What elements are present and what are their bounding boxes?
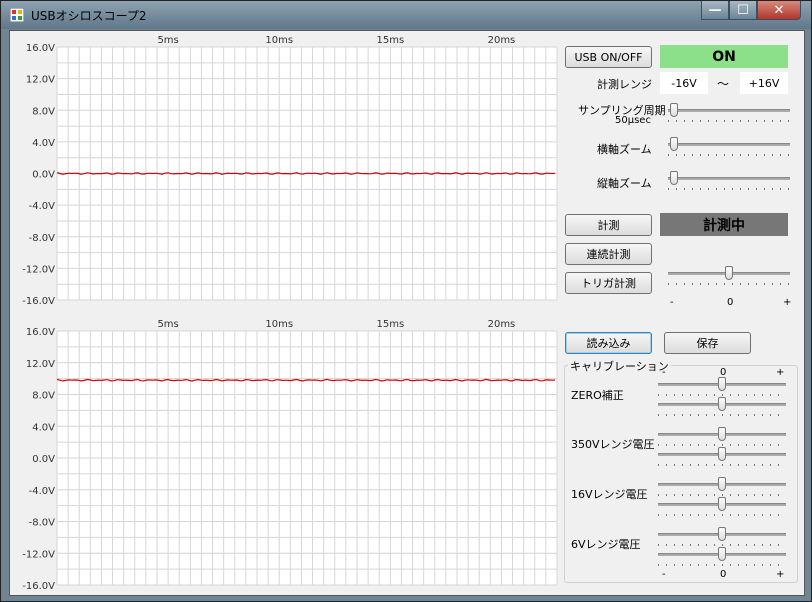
range6-slider-2[interactable]: [658, 547, 786, 569]
title-bar[interactable]: USBオシロスコープ2 — ☐ ✕: [1, 1, 811, 29]
y-tick-label: 16.0V: [26, 43, 55, 54]
range16-slider-2[interactable]: [658, 497, 786, 519]
y-tick-label: -16.0V: [22, 296, 55, 304]
slider-thumb[interactable]: [670, 171, 678, 185]
measure-button[interactable]: 計測: [565, 214, 652, 236]
range350-voltage-label: 350Vレンジ電圧: [571, 438, 655, 451]
trigger-measure-button[interactable]: トリガ計測: [565, 272, 652, 294]
zero-correction-slider-2[interactable]: [658, 397, 786, 419]
x-tick-label: 20ms: [488, 35, 516, 46]
y-tick-label: -16.0V: [22, 581, 55, 589]
slider-thumb[interactable]: [718, 527, 726, 541]
calibration-footer-plus: +: [776, 569, 785, 580]
trigger-zero: 0: [727, 297, 734, 308]
slider-thumb[interactable]: [725, 266, 733, 280]
x-tick-label: 20ms: [488, 319, 516, 330]
scope-upper: 16.0V 12.0V 8.0V 4.0V 0.0V -4.0V -8.0V -12.0V -1…: [10, 31, 562, 304]
slider-thumb[interactable]: [718, 547, 726, 561]
minimize-icon: —: [708, 2, 722, 18]
app-window: USBオシロスコープ2 — ☐ ✕ 16.0V 12.0V 8.0V 4.0V 0.0V…: [0, 0, 812, 602]
vzoom-slider[interactable]: [668, 171, 790, 193]
x-tick-label: 15ms: [376, 319, 404, 330]
y-tick-label: -8.0V: [29, 518, 56, 529]
y-tick-label: 4.0V: [32, 422, 55, 433]
range-label: 計測レンジ: [597, 78, 652, 91]
window-title: USBオシロスコープ2: [31, 9, 147, 23]
close-button[interactable]: ✕: [757, 1, 801, 20]
slider-thumb[interactable]: [718, 397, 726, 411]
slider-thumb[interactable]: [718, 427, 726, 441]
save-button[interactable]: 保存: [664, 332, 751, 354]
close-icon: ✕: [773, 2, 785, 18]
y-tick-label: 12.0V: [26, 75, 55, 86]
slider-thumb[interactable]: [718, 447, 726, 461]
y-tick-label: -4.0V: [29, 486, 56, 497]
x-tick-label: 5ms: [157, 35, 178, 46]
y-tick-label: 0.0V: [32, 454, 55, 465]
sampling-slider[interactable]: [668, 103, 790, 125]
calibration-title: キャリブレーション: [568, 358, 671, 374]
slider-thumb[interactable]: [670, 103, 678, 117]
measure-status: 計測中: [660, 213, 788, 236]
calibration-footer-zero: 0: [720, 569, 727, 580]
hzoom-slider[interactable]: [668, 137, 790, 159]
range350-slider-2[interactable]: [658, 447, 786, 469]
sampling-value: 50μsec: [615, 115, 651, 126]
range16-slider-1[interactable]: [658, 477, 786, 499]
y-tick-label: -12.0V: [22, 264, 55, 275]
y-tick-label: 0.0V: [32, 170, 55, 181]
usb-on-off-button[interactable]: USB ON/OFF: [565, 46, 652, 68]
app-icon: [10, 8, 24, 22]
slider-thumb[interactable]: [718, 497, 726, 511]
hzoom-label: 横軸ズーム: [597, 143, 652, 156]
x-tick-label: 10ms: [265, 319, 293, 330]
range-separator: 〜: [717, 77, 730, 91]
range16-voltage-label: 16Vレンジ電圧: [571, 488, 648, 501]
y-tick-label: -4.0V: [29, 201, 56, 212]
range350-slider-1[interactable]: [658, 427, 786, 449]
maximize-button[interactable]: ☐: [729, 1, 757, 20]
x-tick-label: 5ms: [157, 319, 178, 330]
y-tick-label: 8.0V: [32, 106, 55, 117]
calibration-footer-minus: -: [662, 569, 666, 580]
usb-status: ON: [660, 45, 788, 68]
slider-thumb[interactable]: [670, 137, 678, 151]
load-button[interactable]: 読み込み: [565, 332, 652, 354]
y-tick-label: -12.0V: [22, 549, 55, 560]
trigger-plus: +: [783, 297, 792, 308]
scope-lower: 16.0V 12.0V 8.0V 4.0V 0.0V -4.0V -8.0V -12.0V -1…: [10, 319, 562, 589]
minimize-button[interactable]: —: [701, 1, 729, 20]
vzoom-label: 縦軸ズーム: [597, 177, 652, 190]
x-tick-label: 10ms: [265, 35, 293, 46]
zero-correction-label: ZERO補正: [571, 389, 624, 402]
y-tick-label: -8.0V: [29, 233, 56, 244]
maximize-icon: ☐: [737, 2, 749, 18]
client-area: 16.0V 12.0V 8.0V 4.0V 0.0V -4.0V -8.0V -12.0V -1…: [9, 30, 805, 596]
slider-thumb[interactable]: [718, 377, 726, 391]
range6-voltage-label: 6Vレンジ電圧: [571, 538, 641, 551]
x-tick-label: 15ms: [376, 35, 404, 46]
zero-correction-slider-1[interactable]: [658, 377, 786, 399]
range-max-field[interactable]: +16V: [740, 72, 788, 94]
range6-slider-1[interactable]: [658, 527, 786, 549]
y-tick-label: 4.0V: [32, 138, 55, 149]
y-tick-label: 16.0V: [26, 327, 55, 338]
y-tick-label: 8.0V: [32, 391, 55, 402]
y-tick-label: 12.0V: [26, 359, 55, 370]
continuous-measure-button[interactable]: 連続計測: [565, 243, 652, 265]
trigger-minus: -: [670, 297, 674, 308]
trigger-level-slider[interactable]: [668, 266, 790, 288]
range-min-field[interactable]: -16V: [660, 72, 708, 94]
slider-thumb[interactable]: [718, 477, 726, 491]
